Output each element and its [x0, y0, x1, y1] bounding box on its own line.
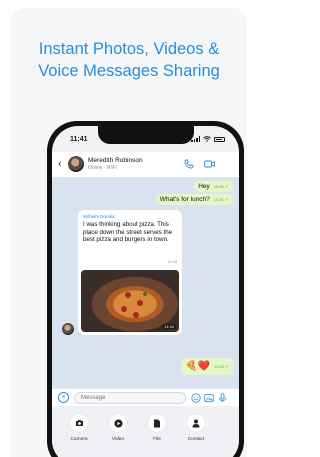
promo-card: Instant Photos, Videos & Voice Messages …: [11, 8, 247, 457]
close-attachments-icon[interactable]: ×: [58, 392, 69, 403]
attach-circle: [148, 414, 166, 432]
attach-circle: [70, 414, 88, 432]
message-time: 11:33: [167, 259, 177, 264]
message-time: 10:31: [213, 197, 224, 202]
message-text: Hey: [198, 183, 210, 190]
attach-label: Video: [111, 437, 125, 442]
emoji-message: 🍕❤️: [185, 361, 211, 372]
attach-circle: [109, 414, 127, 432]
message-text: I was thinking about pizza. This place d…: [83, 221, 173, 244]
sender-avatar: [62, 323, 74, 335]
attach-circle: [187, 414, 205, 432]
phone-icon[interactable]: [184, 159, 194, 169]
video-call-icon[interactable]: [204, 159, 215, 169]
sender-name: Wilhelm Donald: [83, 214, 115, 219]
headline: Instant Photos, Videos & Voice Messages …: [11, 38, 247, 82]
pizza-photo[interactable]: 11:34: [81, 270, 179, 332]
microphone-icon[interactable]: [218, 393, 227, 403]
attach-file-button[interactable]: File: [142, 414, 172, 442]
status-time: 11:41: [70, 136, 88, 143]
back-icon[interactable]: ‹: [58, 158, 62, 170]
message-meta: 10:31 ✓: [214, 197, 229, 203]
battery-icon: [214, 136, 225, 142]
attach-video-button[interactable]: Video: [103, 414, 133, 442]
contact-name[interactable]: Meredith Robinson: [88, 157, 143, 164]
outgoing-message[interactable]: 🍕❤️ 11:35 ✓: [181, 358, 233, 375]
avatar[interactable]: [68, 156, 84, 172]
emoji-icon[interactable]: [191, 393, 201, 403]
message-time: 10:30: [213, 184, 224, 189]
message-meta: 10:30 ✓: [214, 184, 229, 190]
chat-header: ‹ Meredith Robinson Online · WiFi: [52, 152, 239, 178]
attach-label: File: [153, 437, 161, 442]
message-meta: 11:35 ✓: [214, 364, 229, 370]
outgoing-message[interactable]: Hey 10:30 ✓: [194, 181, 233, 192]
play-icon: [114, 419, 122, 427]
headline-line-2: Voice Messages Sharing: [38, 62, 220, 80]
camera-icon: [75, 420, 83, 426]
double-check-icon: ✓: [224, 183, 229, 190]
message-input[interactable]: [74, 392, 186, 404]
double-check-icon: ✓: [224, 196, 229, 203]
wifi-icon: [203, 136, 211, 142]
incoming-message[interactable]: Wilhelm Donald I was thinking about pizz…: [78, 210, 182, 335]
person-icon: [192, 419, 200, 427]
attach-label: Contact: [187, 437, 205, 442]
phone-frame: 11:41 ‹ Meredith Robinson Online · WiFi: [47, 121, 244, 457]
file-icon: [154, 419, 160, 427]
attach-camera-button[interactable]: Camera: [64, 414, 94, 442]
double-check-icon: ✓: [224, 363, 229, 370]
phone-screen: 11:41 ‹ Meredith Robinson Online · WiFi: [52, 126, 239, 457]
message-input-bar: ×: [52, 388, 239, 406]
attach-contact-button[interactable]: Contact: [181, 414, 211, 442]
phone-notch: [97, 126, 194, 144]
status-icons: [191, 136, 225, 142]
headline-line-1: Instant Photos, Videos &: [38, 40, 220, 58]
outgoing-message[interactable]: What's for lunch? 10:31 ✓: [155, 194, 233, 205]
attach-label: Camera: [70, 437, 88, 442]
attachment-panel: Camera Video File Contact: [52, 406, 239, 457]
message-text: What's for lunch?: [159, 196, 210, 203]
message-list[interactable]: Hey 10:30 ✓ What's for lunch? 10:31 ✓ Wilh…: [52, 178, 239, 388]
photo-time: 11:34: [162, 324, 176, 329]
contact-status: Online · WiFi: [88, 165, 117, 171]
gallery-icon[interactable]: [204, 393, 214, 403]
message-time: 11:35: [214, 364, 224, 369]
